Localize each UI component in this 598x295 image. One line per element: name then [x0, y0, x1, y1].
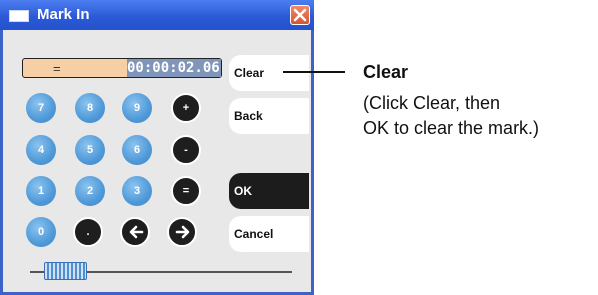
key-8[interactable]: 8	[75, 93, 105, 123]
key-1[interactable]: 1	[26, 176, 56, 206]
callout-title: Clear	[363, 62, 409, 82]
key-7[interactable]: 7	[26, 93, 56, 123]
key-decimal-label: .	[86, 226, 90, 238]
ok-button[interactable]: OK	[229, 173, 309, 209]
callout-text-line-2: OK to clear the mark.)	[363, 118, 540, 138]
callout-text-line-1: (Click Clear, then	[363, 93, 501, 113]
time-display: = 00:00:02.06	[22, 58, 222, 78]
key-5[interactable]: 5	[75, 135, 105, 165]
key-3[interactable]: 3	[122, 176, 152, 206]
key-9[interactable]: 9	[122, 93, 152, 123]
key-plus-label: +	[182, 102, 190, 114]
key-0[interactable]: 0	[26, 217, 56, 247]
back-button[interactable]: Back	[229, 98, 309, 134]
timecode-value: 00:00:02.06	[127, 59, 221, 77]
title-bar[interactable]: Mark In	[0, 0, 314, 30]
key-equals[interactable]: =	[171, 176, 201, 206]
clear-button[interactable]: Clear	[229, 55, 309, 91]
close-button[interactable]	[290, 5, 310, 25]
slider-thumb[interactable]	[44, 262, 87, 280]
callout-leader-line	[283, 71, 345, 73]
arrow-right-icon	[175, 225, 190, 239]
key-arrow-left[interactable]	[120, 217, 150, 247]
key-equals-label: =	[182, 185, 190, 197]
window-icon	[9, 10, 29, 22]
close-icon	[293, 8, 307, 22]
display-operator: =	[53, 61, 61, 76]
key-2[interactable]: 2	[75, 176, 105, 206]
mark-in-dialog: Mark In = 00:00:02.06 7 8 9 + 4 5 6 - 1 …	[0, 0, 314, 295]
key-decimal[interactable]: .	[73, 217, 103, 247]
arrow-left-icon	[129, 225, 144, 239]
key-plus[interactable]: +	[171, 93, 201, 123]
key-arrow-right[interactable]	[167, 217, 197, 247]
key-6[interactable]: 6	[122, 135, 152, 165]
window-title: Mark In	[37, 6, 90, 23]
key-4[interactable]: 4	[26, 135, 56, 165]
key-minus-label: -	[184, 144, 188, 156]
cancel-button[interactable]: Cancel	[229, 216, 309, 252]
key-minus[interactable]: -	[171, 135, 201, 165]
